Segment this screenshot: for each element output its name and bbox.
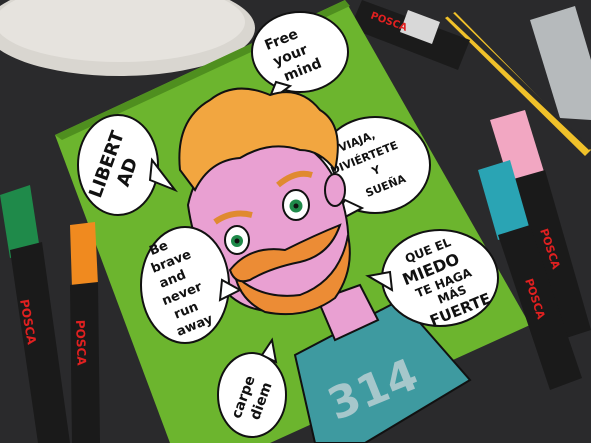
photo-scene: POSCA Free your mind LIBERT AD VIAJA, DI… (0, 0, 591, 443)
ear (324, 173, 346, 207)
marker-orange: POSCA (70, 222, 100, 443)
illustration-photo: POSCA Free your mind LIBERT AD VIAJA, DI… (0, 0, 591, 443)
left-pupil (234, 238, 240, 244)
right-pupil (293, 203, 299, 209)
marker-orange-brand: POSCA (73, 320, 89, 367)
